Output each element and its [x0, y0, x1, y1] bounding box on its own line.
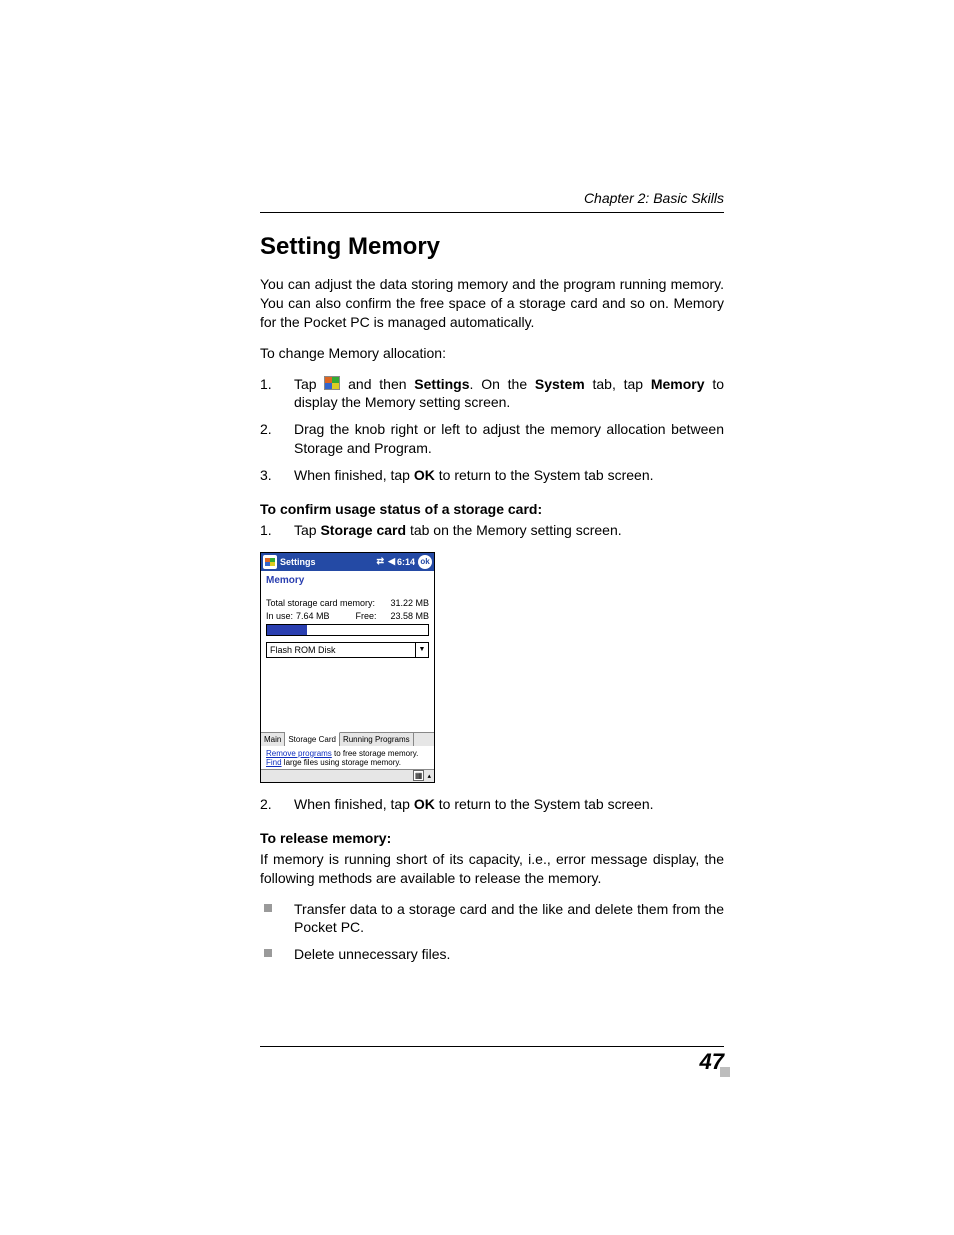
find-link[interactable]: Find — [266, 758, 282, 767]
lead-paragraph-1: To change Memory allocation: — [260, 344, 724, 363]
storage-dropdown[interactable]: Flash ROM Disk ▼ — [266, 642, 429, 658]
release-methods-list: Transfer data to a storage card and the … — [260, 900, 724, 965]
intro-paragraph: You can adjust the data storing memory a… — [260, 275, 724, 332]
start-icon — [324, 376, 340, 390]
page-title: Setting Memory — [260, 233, 724, 261]
step-1: Tap and then Settings. On the System tab… — [260, 375, 724, 413]
chapter-header: Chapter 2: Basic Skills — [260, 190, 724, 206]
memory-usage-bar — [266, 624, 429, 636]
screenshot-tabs: Main Storage Card Running Programs — [261, 732, 434, 746]
free-value: 23.58 MB — [390, 611, 429, 621]
free-label: Free: — [355, 611, 376, 621]
device-screenshot: Settings ⇄ ◀ 6:14 ok Memory Total storag… — [260, 552, 435, 783]
steps-list-1: Tap and then Settings. On the System tab… — [260, 375, 724, 485]
screenshot-title: Settings — [280, 557, 316, 567]
page-number: 47 — [260, 1049, 724, 1075]
steps-list-2b: When finished, tap OK to return to the S… — [260, 795, 724, 814]
corner-marker — [720, 1067, 730, 1077]
sip-bar: ▦ ▴ — [261, 769, 434, 782]
keyboard-icon[interactable]: ▦ — [413, 770, 425, 781]
subheading-release-memory: To release memory: — [260, 830, 724, 846]
step-storage-1: Tap Storage card tab on the Memory setti… — [260, 521, 724, 540]
total-memory-value: 31.22 MB — [390, 598, 429, 608]
speaker-icon[interactable]: ◀ — [388, 556, 395, 567]
inuse-label: In use: — [266, 611, 293, 621]
subheading-storage-card: To confirm usage status of a storage car… — [260, 501, 724, 517]
clock: 6:14 — [397, 557, 415, 567]
rule-top — [260, 212, 724, 213]
release-memory-paragraph: If memory is running short of its capaci… — [260, 850, 724, 888]
step-2: Drag the knob right or left to adjust th… — [260, 420, 724, 458]
chevron-down-icon[interactable]: ▼ — [415, 643, 428, 657]
step-3: When finished, tap OK to return to the S… — [260, 466, 724, 485]
start-flag-icon[interactable] — [263, 555, 277, 569]
total-memory-label: Total storage card memory: — [266, 598, 390, 608]
step-storage-2: When finished, tap OK to return to the S… — [260, 795, 724, 814]
screenshot-subtitle: Memory — [261, 571, 434, 598]
tab-main[interactable]: Main — [261, 733, 285, 746]
bullet-delete: Delete unnecessary files. — [260, 945, 724, 964]
tab-storage-card[interactable]: Storage Card — [285, 732, 340, 746]
ok-button[interactable]: ok — [418, 555, 432, 569]
remove-programs-link[interactable]: Remove programs — [266, 749, 332, 758]
tab-running-programs[interactable]: Running Programs — [340, 733, 414, 746]
bullet-transfer: Transfer data to a storage card and the … — [260, 900, 724, 938]
rule-bottom — [260, 1046, 724, 1047]
sip-up-icon[interactable]: ▴ — [427, 772, 431, 780]
screenshot-titlebar: Settings ⇄ ◀ 6:14 ok — [261, 553, 434, 571]
steps-list-2a: Tap Storage card tab on the Memory setti… — [260, 521, 724, 540]
screenshot-footer: Remove programs to free storage memory. … — [261, 746, 434, 769]
inuse-value: 7.64 MB — [296, 611, 330, 621]
connectivity-icon[interactable]: ⇄ — [377, 556, 385, 567]
